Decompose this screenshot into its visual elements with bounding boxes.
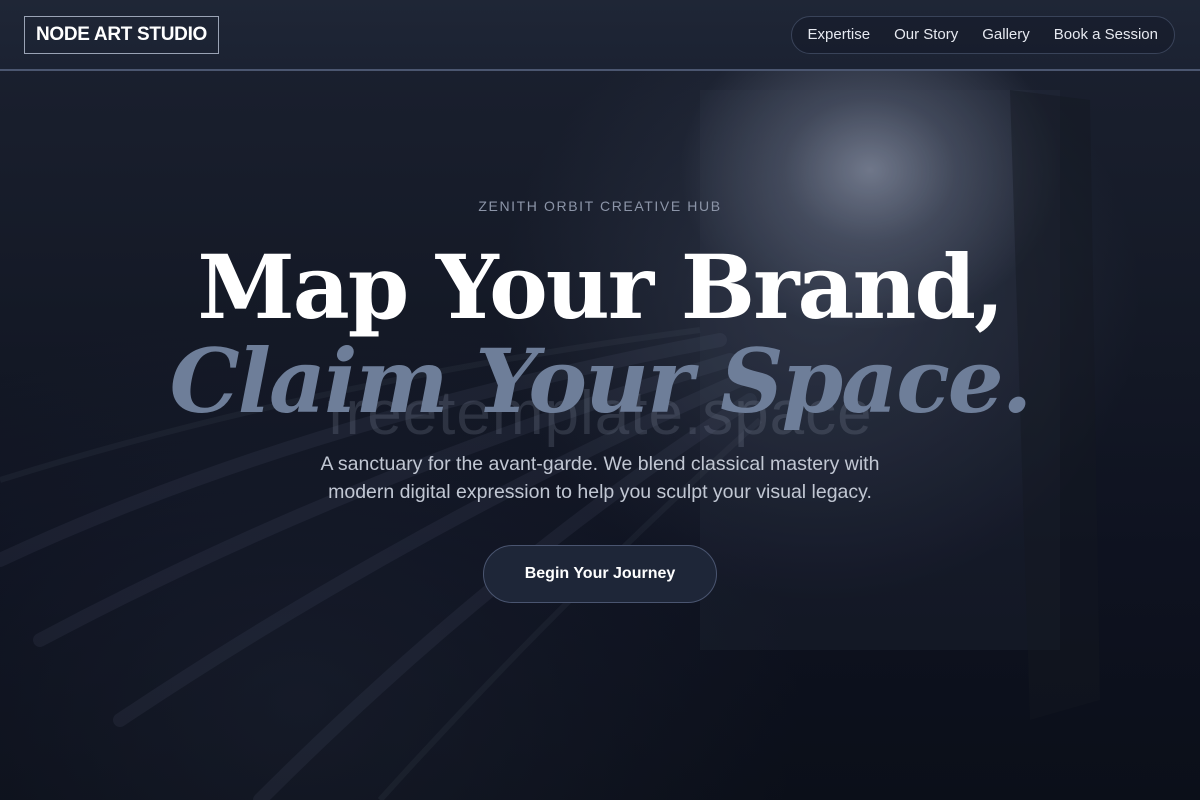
hero-description-line-2: modern digital expression to help you sc… <box>328 481 872 503</box>
hero-description-line-1: A sanctuary for the avant-garde. We blen… <box>320 453 880 475</box>
hero-headline-line-2: Claim Your Space. <box>169 329 1033 433</box>
hero-description: A sanctuary for the avant-garde. We blen… <box>0 450 1200 506</box>
hero-section: ZENITH ORBIT CREATIVE HUB Map Your Brand… <box>0 0 1200 800</box>
begin-journey-button[interactable]: Begin Your Journey <box>483 545 717 603</box>
hero-eyebrow: ZENITH ORBIT CREATIVE HUB <box>478 198 722 214</box>
